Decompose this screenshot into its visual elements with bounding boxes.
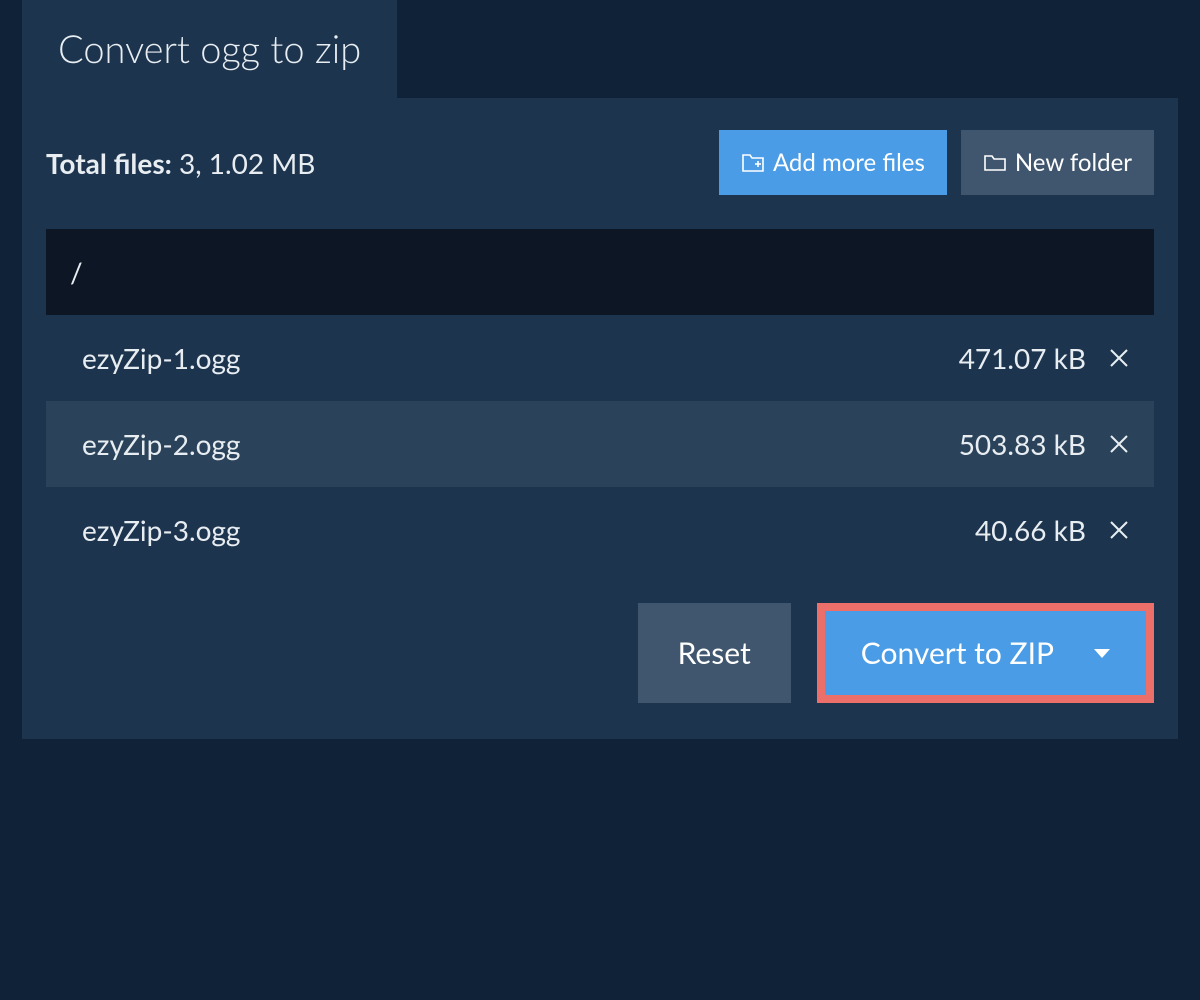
reset-button[interactable]: Reset	[638, 603, 791, 703]
file-size: 40.66 kB	[975, 513, 1086, 547]
file-size: 503.83 kB	[959, 427, 1086, 461]
add-more-files-label: Add more files	[773, 148, 925, 177]
chevron-down-icon	[1094, 649, 1110, 658]
file-row: ezyZip-1.ogg 471.07 kB	[46, 315, 1154, 401]
path-header: /	[46, 229, 1154, 315]
convert-to-zip-button[interactable]: Convert to ZIP	[825, 611, 1146, 695]
convert-label: Convert to ZIP	[861, 635, 1054, 671]
close-icon[interactable]	[1108, 433, 1130, 455]
footer-actions: Reset Convert to ZIP	[46, 603, 1154, 703]
file-row: ezyZip-2.ogg 503.83 kB	[46, 401, 1154, 487]
file-name: ezyZip-2.ogg	[82, 427, 959, 461]
app-container: Convert ogg to zip Total files: 3, 1.02 …	[0, 0, 1200, 739]
file-row: ezyZip-3.ogg 40.66 kB	[46, 487, 1154, 573]
main-panel: Total files: 3, 1.02 MB Add more files	[22, 98, 1178, 739]
file-name: ezyZip-1.ogg	[82, 341, 959, 375]
close-icon[interactable]	[1108, 519, 1130, 541]
add-more-files-button[interactable]: Add more files	[719, 130, 947, 195]
file-name: ezyZip-3.ogg	[82, 513, 975, 547]
close-icon[interactable]	[1108, 347, 1130, 369]
summary-row: Total files: 3, 1.02 MB Add more files	[46, 130, 1154, 195]
new-folder-label: New folder	[1015, 148, 1132, 177]
file-size: 471.07 kB	[959, 341, 1086, 375]
file-list: / ezyZip-1.ogg 471.07 kB ezyZip-2.ogg 50…	[46, 229, 1154, 573]
convert-highlight: Convert to ZIP	[817, 603, 1154, 703]
folder-icon	[983, 153, 1007, 173]
total-files-value: 3, 1.02 MB	[179, 146, 315, 180]
new-folder-button[interactable]: New folder	[961, 130, 1154, 195]
top-buttons: Add more files New folder	[719, 130, 1154, 195]
tab-title: Convert ogg to zip	[22, 0, 397, 98]
folder-plus-icon	[741, 153, 765, 173]
total-files-label: Total files:	[46, 146, 172, 180]
total-files: Total files: 3, 1.02 MB	[46, 146, 315, 180]
